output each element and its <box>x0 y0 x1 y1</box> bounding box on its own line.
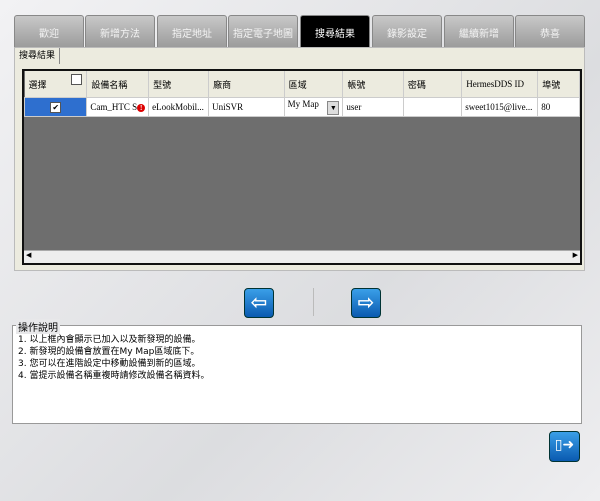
col-select: 選擇 <box>24 71 88 98</box>
tab-welcome[interactable]: 歡迎 <box>14 15 84 49</box>
tab-continue-add[interactable]: 繼續新增 <box>444 15 514 49</box>
header-row: 選擇 設備名稱 型號 廠商 區域 帳號 密碼 HermesDDS ID 埠號 <box>24 71 580 98</box>
password-cell[interactable] <box>402 97 463 117</box>
tab-emap[interactable]: 指定電子地圖 <box>228 15 298 49</box>
col-vendor[interactable]: 廠商 <box>208 71 285 98</box>
port-cell[interactable]: 80 <box>537 97 580 117</box>
warning-icon: ! <box>137 104 146 112</box>
col-account[interactable]: 帳號 <box>342 71 404 98</box>
table-row[interactable]: ✔ Cam_HTC S! eLookMobil... UniSVR My Map… <box>24 97 580 117</box>
tab-search-results[interactable]: 搜尋結果 <box>300 15 370 49</box>
chevron-down-icon[interactable]: ▼ <box>327 101 340 115</box>
exit-door-icon: ▯➜ <box>554 437 575 453</box>
horizontal-scrollbar[interactable]: ◀ ▶ <box>24 250 580 263</box>
account-cell[interactable]: user <box>342 97 404 117</box>
arrow-right-icon: ⇨ <box>357 290 375 314</box>
scroll-left-icon[interactable]: ◀ <box>26 251 31 259</box>
col-hermes-id[interactable]: HermesDDS ID <box>461 71 539 98</box>
vendor-cell: UniSVR <box>208 97 285 117</box>
instructions-list: 1. 以上框內會顯示已加入以及新發現的設備。 2. 新發現的設備會放置在My M… <box>18 334 209 382</box>
col-area[interactable]: 區域 <box>284 71 344 98</box>
instruction-line: 3. 您可以在進階設定中移動設備到新的區域。 <box>18 359 201 369</box>
scroll-right-icon[interactable]: ▶ <box>573 251 578 259</box>
col-device-name[interactable]: 設備名稱 <box>86 71 150 98</box>
instruction-line: 4. 當提示設備名稱重複時請修改設備名稱資料。 <box>18 371 210 381</box>
tab-add-method[interactable]: 新增方法 <box>85 15 155 49</box>
tab-congrats[interactable]: 恭喜 <box>515 15 585 49</box>
back-button[interactable]: ⇦ <box>244 288 274 318</box>
hermes-id-cell[interactable]: sweet1015@live... <box>461 97 539 117</box>
divider <box>313 288 314 316</box>
row-checkbox[interactable]: ✔ <box>50 101 62 113</box>
device-grid: 選擇 設備名稱 型號 廠商 區域 帳號 密碼 HermesDDS ID 埠號 ✔… <box>22 69 582 265</box>
tab-address[interactable]: 指定地址 <box>157 15 227 49</box>
tab-recording[interactable]: 錄影設定 <box>372 15 442 49</box>
instructions-title: 操作說明 <box>16 319 60 334</box>
next-button[interactable]: ⇨ <box>351 288 381 318</box>
col-port[interactable]: 埠號 <box>537 71 580 98</box>
device-name-cell[interactable]: Cam_HTC S! <box>86 97 150 117</box>
instruction-line: 2. 新發現的設備會放置在My Map區域底下。 <box>18 347 200 357</box>
model-cell: eLookMobil... <box>148 97 210 117</box>
instruction-line: 1. 以上框內會顯示已加入以及新發現的設備。 <box>18 335 201 345</box>
area-dropdown[interactable]: My Map ▼ <box>283 97 344 117</box>
col-model[interactable]: 型號 <box>148 71 210 98</box>
subtab-search-results[interactable]: 搜尋結果 <box>15 48 61 64</box>
arrow-left-icon: ⇦ <box>250 290 268 314</box>
col-password[interactable]: 密碼 <box>403 71 463 98</box>
select-all-checkbox[interactable] <box>71 74 83 85</box>
exit-button[interactable]: ▯➜ <box>549 431 580 462</box>
